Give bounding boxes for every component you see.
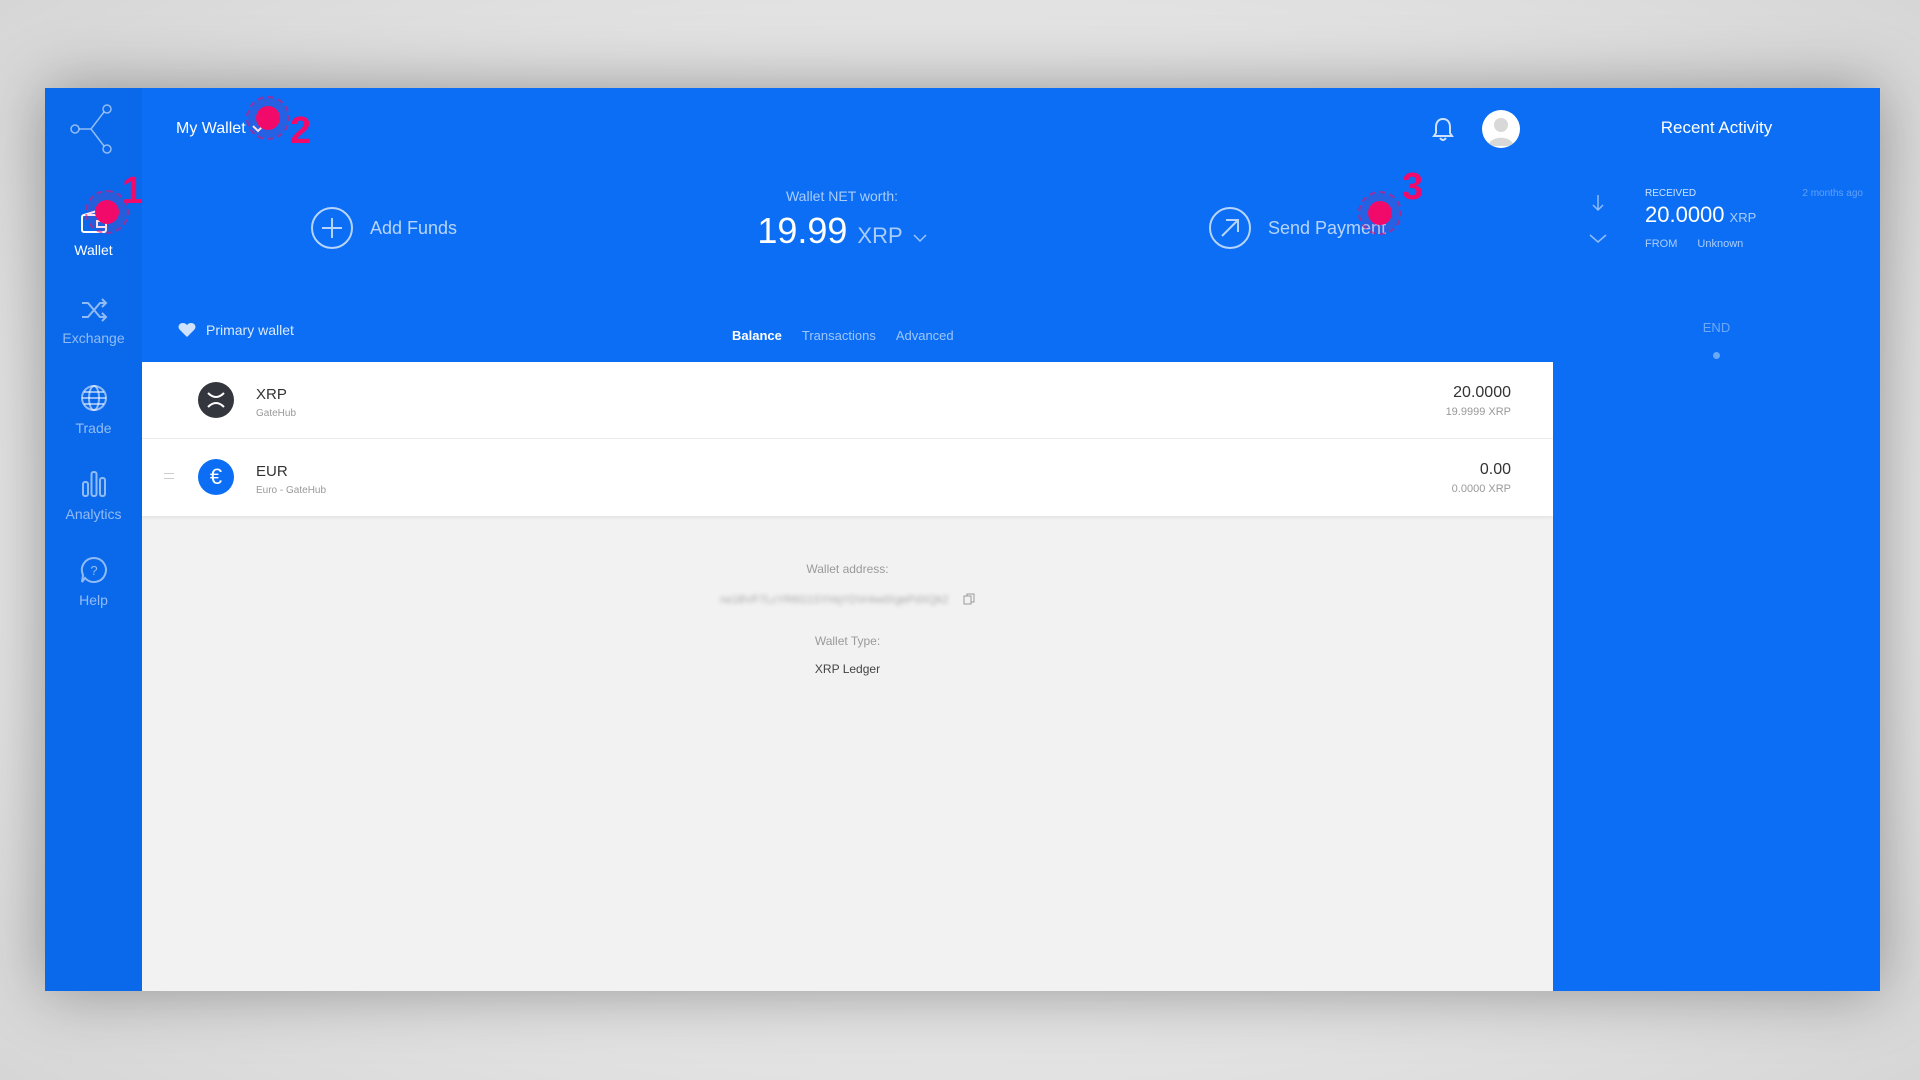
plus-circle-icon bbox=[311, 207, 353, 249]
euro-coin-icon: € bbox=[198, 459, 234, 495]
heart-icon bbox=[178, 323, 196, 337]
tab-transactions[interactable]: Transactions bbox=[802, 328, 876, 343]
asset-issuer: Euro - GateHub bbox=[256, 485, 327, 496]
networth-unit: XRP bbox=[857, 223, 903, 248]
networth-value-group[interactable]: 19.99 XRP bbox=[757, 210, 927, 252]
shuffle-icon bbox=[81, 298, 107, 322]
sidebar-item-label: Help bbox=[79, 592, 108, 608]
recent-activity-panel: Recent Activity RECEIVED 2 months ago 20… bbox=[1553, 88, 1880, 991]
wallet-address-label: Wallet address: bbox=[806, 562, 889, 576]
primary-wallet-badge: Primary wallet bbox=[178, 322, 294, 338]
networth-label: Wallet NET worth: bbox=[785, 188, 899, 204]
wallet-networth: Wallet NET worth: 19.99 XRP bbox=[682, 188, 1002, 252]
copy-icon[interactable] bbox=[963, 593, 975, 605]
activity-from: FROM Unknown bbox=[1645, 238, 1743, 250]
wallet-type-value: XRP Ledger bbox=[814, 662, 881, 676]
asset-row-eur[interactable]: € EUR Euro - GateHub 0.00 0.0000 XRP bbox=[142, 439, 1553, 516]
asset-name: XRP bbox=[256, 386, 287, 403]
annotation-marker-1 bbox=[85, 190, 129, 234]
asset-list: XRP GateHub 20.0000 19.9999 XRP € EUR Eu… bbox=[142, 362, 1553, 516]
sidebar-item-label: Analytics bbox=[65, 506, 122, 522]
annotation-marker-2 bbox=[246, 96, 290, 140]
networth-value: 19.99 bbox=[757, 210, 848, 251]
wallet-header: My Wallet Add Funds Wallet NET worth: 19… bbox=[142, 88, 1553, 362]
bar-chart-icon bbox=[81, 471, 106, 497]
activity-amount: 20.0000 bbox=[1645, 202, 1725, 227]
activity-time: 2 months ago bbox=[1802, 188, 1863, 199]
asset-row-xrp[interactable]: XRP GateHub 20.0000 19.9999 XRP bbox=[142, 362, 1553, 439]
bell-icon[interactable] bbox=[1432, 116, 1454, 142]
user-icon bbox=[1488, 118, 1514, 146]
sidebar-item-help[interactable]: ? Help bbox=[45, 556, 142, 608]
asset-equivalent: 19.9999 XRP bbox=[1445, 406, 1511, 418]
svg-text:?: ? bbox=[90, 563, 97, 578]
add-funds-label: Add Funds bbox=[370, 217, 458, 238]
wallet-address-value[interactable]: rw1BVF7LcYR6G1SYHqYDVr4wdXgePdXQk2 bbox=[720, 594, 948, 606]
activity-from-label: FROM bbox=[1645, 238, 1678, 250]
activity-end-dot bbox=[1713, 352, 1720, 359]
annotation-number-3: 3 bbox=[1402, 166, 1424, 208]
app-window: Wallet Exchange Trade Analytics ? Help M… bbox=[45, 88, 1880, 991]
wallet-content: XRP GateHub 20.0000 19.9999 XRP € EUR Eu… bbox=[142, 362, 1553, 991]
xrp-coin-icon bbox=[198, 382, 234, 418]
sidebar-item-label: Trade bbox=[75, 420, 112, 436]
recent-activity-title: Recent Activity bbox=[1660, 118, 1773, 137]
activity-amount-group: 20.0000 XRP bbox=[1645, 202, 1756, 228]
annotation-number-2: 2 bbox=[290, 110, 312, 152]
wallet-tabs: Balance Transactions Advanced bbox=[732, 328, 954, 343]
help-icon: ? bbox=[80, 556, 107, 583]
avatar[interactable] bbox=[1482, 110, 1520, 148]
activity-end-label: END bbox=[1702, 320, 1731, 335]
sidebar-item-analytics[interactable]: Analytics bbox=[45, 470, 142, 522]
asset-equivalent: 0.0000 XRP bbox=[1451, 483, 1511, 495]
sidebar-item-exchange[interactable]: Exchange bbox=[45, 298, 142, 346]
activity-from-value: Unknown bbox=[1697, 238, 1744, 250]
sidebar-item-trade[interactable]: Trade bbox=[45, 384, 142, 436]
wallet-info: Wallet address: rw1BVF7LcYR6G1SYHqYDVr4w… bbox=[142, 562, 1553, 676]
annotation-marker-3 bbox=[1358, 191, 1402, 235]
gatehub-logo-icon bbox=[70, 104, 112, 154]
sidebar-item-label: Wallet bbox=[74, 242, 113, 258]
chevron-down-icon bbox=[913, 234, 927, 243]
arrow-down-icon bbox=[1592, 195, 1604, 212]
activity-type: RECEIVED bbox=[1645, 188, 1697, 199]
tab-balance[interactable]: Balance bbox=[732, 328, 782, 343]
wallet-name: My Wallet bbox=[176, 120, 246, 137]
sidebar-item-label: Exchange bbox=[62, 330, 125, 346]
primary-wallet-label: Primary wallet bbox=[206, 322, 294, 338]
drag-handle-icon[interactable] bbox=[164, 473, 174, 479]
chevron-down-icon[interactable] bbox=[1589, 234, 1607, 244]
asset-name: EUR bbox=[256, 463, 288, 480]
add-funds-button[interactable]: Add Funds bbox=[310, 206, 457, 250]
globe-icon bbox=[80, 385, 107, 411]
main-panel: My Wallet Add Funds Wallet NET worth: 19… bbox=[142, 88, 1553, 991]
tab-advanced[interactable]: Advanced bbox=[896, 328, 954, 343]
asset-issuer: GateHub bbox=[256, 408, 297, 419]
annotation-number-1: 1 bbox=[122, 170, 144, 212]
asset-amount: 20.0000 bbox=[1453, 384, 1511, 401]
wallet-type-label: Wallet Type: bbox=[814, 634, 881, 648]
asset-amount: 0.00 bbox=[1479, 461, 1511, 478]
activity-unit: XRP bbox=[1729, 210, 1757, 225]
send-arrow-icon bbox=[1209, 207, 1251, 249]
